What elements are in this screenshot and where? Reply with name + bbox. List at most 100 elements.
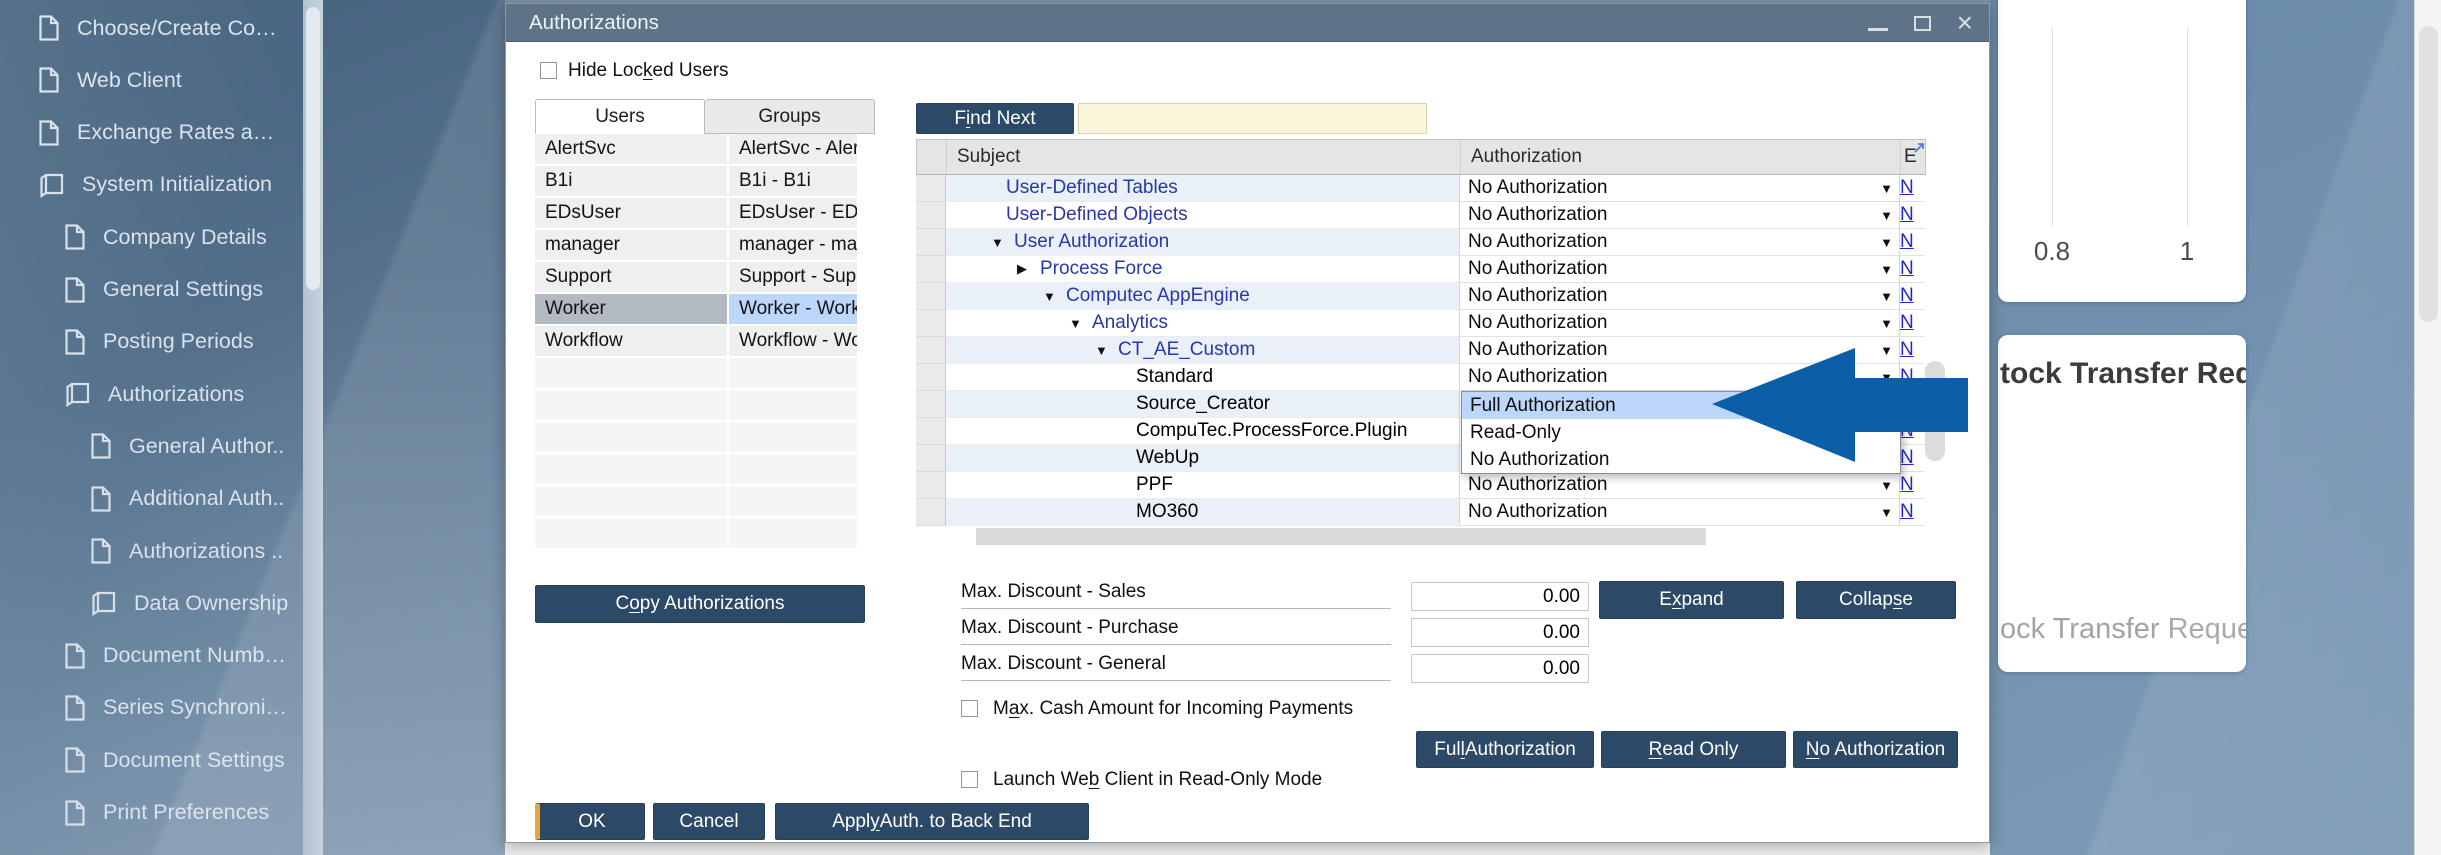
authorization-cell[interactable]: No Authorization ▼	[1460, 472, 1900, 499]
dropdown-option-no-authorization[interactable]: No Authorization	[1462, 446, 1900, 473]
maximize-icon[interactable]	[1913, 15, 1931, 31]
extended-link[interactable]: N	[1900, 285, 1914, 307]
user-row-workflow[interactable]: WorkflowWorkflow - Workflow	[535, 326, 857, 356]
authorization-cell[interactable]: No Authorization ▼	[1460, 310, 1900, 337]
scrollbar-thumb[interactable]	[306, 7, 320, 290]
user-display-cell[interactable]	[729, 358, 857, 388]
user-row-alertsvc[interactable]: AlertSvcAlertSvc - AlertSvc	[535, 134, 857, 164]
user-row-b1i[interactable]: B1i B1i - B1i	[535, 166, 857, 196]
user-code-cell[interactable]: Workflow	[535, 326, 727, 356]
row-selector-cell[interactable]	[916, 202, 946, 229]
sidebar-item-print-preferences[interactable]: Print Preferences	[0, 787, 303, 839]
extended-link[interactable]: N	[1900, 258, 1914, 280]
chevron-down-icon[interactable]: ▼	[1880, 289, 1893, 304]
background-transfer-card[interactable]: tock Transfer Req… ock Transfer Requests	[1998, 335, 2246, 672]
user-display-cell[interactable]: Support - Support	[729, 262, 857, 292]
row-selector-cell[interactable]	[916, 364, 946, 391]
chevron-down-icon[interactable]: ▼	[1880, 370, 1893, 385]
authorization-cell[interactable]: No Authorization ▼	[1460, 499, 1900, 526]
sidebar-item-choose-create-co[interactable]: Choose/Create Co…	[0, 2, 303, 54]
row-selector-cell[interactable]	[916, 418, 946, 445]
chevron-down-icon[interactable]: ▼	[1880, 478, 1893, 493]
extended-link[interactable]: N	[1900, 420, 1914, 442]
max-cash-checkbox[interactable]	[961, 700, 978, 717]
subject-label[interactable]: Process Force	[1040, 258, 1162, 280]
subject-label[interactable]: Analytics	[1092, 312, 1168, 334]
extended-link[interactable]: N	[1900, 447, 1914, 469]
user-code-cell[interactable]	[535, 422, 727, 452]
subject-label[interactable]: User-Defined Tables	[1006, 177, 1178, 199]
user-display-cell[interactable]: Worker - Worker	[729, 294, 857, 324]
subject-label[interactable]: Standard	[1136, 366, 1213, 388]
row-selector-cell[interactable]	[916, 256, 946, 283]
row-selector-cell[interactable]	[916, 283, 946, 310]
subject-label[interactable]: Computec AppEngine	[1066, 285, 1250, 307]
user-row-empty[interactable]	[535, 454, 857, 484]
minimize-icon[interactable]	[1867, 15, 1888, 31]
sidebar-item-series-synchroni[interactable]: Series Synchroni…	[0, 682, 303, 734]
expand-triangle-icon[interactable]: ▶	[1017, 261, 1027, 277]
user-code-cell[interactable]: Support	[535, 262, 727, 292]
extended-link[interactable]: N	[1900, 501, 1914, 523]
extended-link[interactable]: N	[1900, 339, 1914, 361]
hide-locked-users-checkbox[interactable]	[540, 62, 557, 79]
dropdown-scrollbar-thumb[interactable]	[1925, 361, 1945, 461]
user-display-cell[interactable]: manager - manager	[729, 230, 857, 260]
cancel-button[interactable]: Cancel	[653, 803, 765, 840]
close-icon[interactable]: ×	[1957, 9, 1973, 37]
tab-users[interactable]: Users	[535, 99, 705, 134]
dropdown-option-full-authorization[interactable]: Full Authorization	[1462, 392, 1900, 419]
collapse-triangle-icon[interactable]: ▼	[1069, 316, 1082, 331]
user-code-cell[interactable]	[535, 486, 727, 516]
sidebar-item-document-settings[interactable]: Document Settings	[0, 734, 303, 786]
search-input[interactable]	[1078, 103, 1427, 134]
collapse-triangle-icon[interactable]: ▼	[1095, 343, 1108, 358]
row-selector-cell[interactable]	[916, 310, 946, 337]
row-selector-cell[interactable]	[916, 391, 946, 418]
ok-button[interactable]: OK	[535, 803, 645, 840]
extended-link[interactable]: N	[1900, 474, 1914, 496]
user-display-cell[interactable]	[729, 422, 857, 452]
expand-button[interactable]: Ex pand	[1599, 581, 1784, 619]
extended-link[interactable]: N	[1900, 204, 1914, 226]
authorization-cell[interactable]: No Authorization ▼	[1460, 175, 1900, 202]
user-code-cell[interactable]	[535, 518, 727, 548]
user-code-cell[interactable]: AlertSvc	[535, 134, 727, 164]
user-display-cell[interactable]	[729, 518, 857, 548]
collapse-button[interactable]: Collap s e	[1796, 581, 1956, 619]
user-row-empty[interactable]	[535, 486, 857, 516]
subject-label[interactable]: CompuTec.ProcessForce.Plugin	[1136, 420, 1407, 442]
user-display-cell[interactable]	[729, 486, 857, 516]
authorization-cell[interactable]: No Authorization ▼	[1460, 364, 1900, 391]
user-row-manager[interactable]: managermanager - manager	[535, 230, 857, 260]
subject-label[interactable]: Source_Creator	[1136, 393, 1270, 415]
copy-authorizations-button[interactable]: Co py Authorizations	[535, 585, 865, 623]
extended-link[interactable]: N	[1900, 312, 1914, 334]
sidebar-item-general-settings[interactable]: General Settings	[0, 264, 303, 316]
sidebar-item-additional-auth[interactable]: Additional Auth..	[0, 473, 303, 525]
sidebar-scrollbar[interactable]	[303, 0, 323, 855]
extended-link[interactable]: N	[1900, 231, 1914, 253]
subject-label[interactable]: PPF	[1136, 474, 1173, 496]
field-input-max-discount-general[interactable]	[1411, 654, 1589, 683]
row-selector-cell[interactable]	[916, 229, 946, 256]
user-row-worker[interactable]: WorkerWorker - Worker	[535, 294, 857, 324]
launch-web-client-checkbox[interactable]	[961, 771, 978, 788]
scrollbar-thumb[interactable]	[2419, 26, 2438, 322]
sidebar-item-company-details[interactable]: Company Details	[0, 211, 303, 263]
user-row-empty[interactable]	[535, 518, 857, 548]
subject-label[interactable]: User Authorization	[1014, 231, 1169, 253]
extended-link[interactable]: N	[1900, 366, 1914, 388]
sidebar-item-posting-periods[interactable]: Posting Periods	[0, 316, 303, 368]
table-horizontal-scrollbar[interactable]	[976, 528, 1706, 545]
find-next-button[interactable]: Fi nd Next	[916, 103, 1074, 134]
sidebar-item-authorizations[interactable]: Authorizations ..	[0, 525, 303, 577]
user-display-cell[interactable]: Workflow - Workflow	[729, 326, 857, 356]
background-chart-card[interactable]: 0.8 1	[1998, 0, 2246, 302]
user-display-cell[interactable]: B1i - B1i	[729, 166, 857, 196]
chevron-down-icon[interactable]: ▼	[1880, 262, 1893, 277]
field-input-max-discount-sales[interactable]	[1411, 582, 1589, 611]
no-authorization-button[interactable]: No Authorization	[1793, 731, 1958, 768]
user-row-empty[interactable]	[535, 358, 857, 388]
user-code-cell[interactable]: EDsUser	[535, 198, 727, 228]
